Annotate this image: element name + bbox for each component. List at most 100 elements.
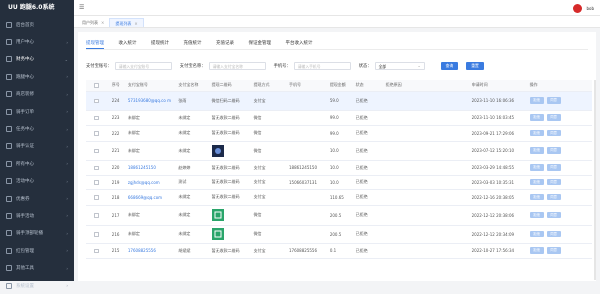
sidebar-item-label: 用户中心 (16, 40, 34, 46)
table-row[interactable]: 222 未绑定 未绑定 暂无收款二维码 微信 99.0 已拒绝 2023-09-21 17:2… (86, 125, 592, 142)
cell-id: 216 (111, 225, 128, 244)
close-icon[interactable]: × (134, 19, 137, 28)
cell-ops: 拒绝 同意 (529, 205, 592, 226)
cell-amount: 10.0 (329, 175, 356, 190)
cell-id: 220 (111, 160, 128, 176)
table-row[interactable]: 219 zgjhds@qq.com 测试 暂无收款二维码 支付宝 15066037131 1… (86, 175, 592, 190)
cell-qr: 暂无收款二维码 (211, 125, 254, 142)
approve-button[interactable]: 同意 (546, 193, 561, 201)
tag-item[interactable]: 用户列表 × (77, 18, 109, 27)
table-row[interactable]: 224 573193680@qq.co m 张雨 微信扫码二维码 支付宝 59.0 已拒绝 2… (86, 91, 592, 111)
row-checkbox[interactable] (94, 148, 99, 154)
name-input[interactable]: 请输入支付宝名称 (208, 62, 266, 70)
qr-image-icon[interactable] (211, 144, 224, 157)
cell-qr: 微信扫码二维码 (211, 91, 254, 111)
reject-button[interactable]: 拒绝 (529, 97, 544, 104)
row-checkbox[interactable] (94, 232, 99, 237)
account-input[interactable]: 请输入支付宝账号 (114, 62, 172, 70)
reject-button[interactable]: 拒绝 (529, 147, 544, 154)
sidebar-item[interactable]: 优惠券 › (0, 190, 74, 207)
table-row[interactable]: 218 668669@qq.com 未绑定 暂无收款二维码 支付宝 110.65 已拒绝 20… (86, 189, 592, 206)
menu-toggle-icon[interactable]: ☰ (79, 4, 84, 11)
reject-button[interactable]: 拒绝 (529, 193, 544, 201)
close-icon[interactable]: × (101, 18, 104, 27)
reject-button[interactable]: 拒绝 (529, 230, 544, 238)
approve-button[interactable]: 同意 (546, 129, 561, 137)
row-checkbox[interactable] (94, 195, 99, 200)
qr-image-icon[interactable] (211, 209, 224, 221)
sidebar-item[interactable]: 用户中心 › (0, 33, 74, 50)
reject-button[interactable]: 拒绝 (529, 114, 544, 121)
status-select[interactable]: 全部 (374, 62, 425, 70)
sidebar-item[interactable]: 其他工具 › (0, 259, 74, 276)
tab-item[interactable]: 提现管理 (86, 40, 104, 49)
tab-item[interactable]: 充值统计 (184, 40, 202, 49)
tab-item[interactable]: 提现统计 (151, 40, 169, 49)
sidebar-item[interactable]: 商店装修 › (0, 86, 74, 103)
reject-button[interactable]: 拒绝 (529, 247, 544, 254)
sidebar-item[interactable]: 骑手认证 › (0, 138, 74, 155)
avatar[interactable] (573, 4, 582, 13)
sidebar-item[interactable]: 骑手订单 › (0, 103, 74, 120)
column-header: 拒绝原因 (385, 80, 472, 92)
tag-item[interactable]: 提现列表 × (109, 18, 144, 28)
sidebar-item[interactable]: 所有中心 › (0, 155, 74, 172)
tab-item[interactable]: 充值记录 (216, 40, 234, 49)
reject-button[interactable]: 拒绝 (529, 164, 544, 171)
phone-input[interactable]: 请输入手机号 (293, 62, 351, 70)
row-checkbox[interactable] (94, 180, 99, 185)
table-row[interactable]: 223 未绑定 未绑定 暂无收款二维码 微信 99.0 已拒绝 2023-11-10 16:0… (86, 110, 592, 126)
table-row[interactable]: 220 18861245150 赵婷婷 暂无收款二维码 支付宝 18861245150 10… (86, 160, 592, 176)
cell-id-text: 221 (111, 148, 120, 153)
sidebar-item[interactable]: 活动中心 › (0, 173, 74, 190)
cell-amount-text: 200.5 (329, 231, 342, 237)
sidebar-item[interactable]: 红包管理 › (0, 242, 74, 259)
table-row[interactable]: 217 未绑定 未绑定 微信 200.5 已拒绝 2022-12-12 20:38:06 拒绝… (86, 205, 592, 226)
cell-method: 支付宝 (253, 189, 289, 206)
search-button[interactable]: 查询 (440, 62, 459, 70)
reject-button[interactable]: 拒绝 (529, 211, 544, 219)
sidebar-item[interactable]: 骑手活动 › (0, 207, 74, 224)
approve-button[interactable]: 同意 (546, 164, 561, 171)
cell-name: 测试 (178, 175, 212, 190)
approve-button[interactable]: 同意 (546, 147, 561, 154)
approve-button[interactable]: 同意 (546, 211, 561, 219)
tab-item[interactable]: 保证金管理 (249, 40, 272, 49)
row-actions: 拒绝 同意 (529, 211, 592, 219)
row-actions: 拒绝 同意 (529, 164, 592, 171)
sidebar-item[interactable]: 后台首页 (0, 16, 74, 33)
approve-button[interactable]: 同意 (546, 114, 561, 121)
reject-button[interactable]: 拒绝 (529, 129, 544, 137)
row-checkbox[interactable] (94, 131, 99, 136)
row-checkbox[interactable] (94, 213, 99, 218)
approve-button[interactable]: 同意 (546, 178, 561, 186)
sidebar-item[interactable]: 系统设置 › (0, 277, 74, 294)
sidebar-item[interactable]: 任务中心 › (0, 120, 74, 137)
row-checkbox-cell (86, 141, 112, 161)
table-row[interactable]: 215 17608825556 胡斌斌 暂无收款二维码 支付宝 17608825556 0.… (86, 243, 592, 259)
cell-method: 微信 (253, 141, 289, 161)
approve-button[interactable]: 同意 (546, 247, 561, 254)
username[interactable]: bob (586, 6, 594, 11)
sidebar-item[interactable]: 跑腿中心 › (0, 68, 74, 85)
cell-reason (385, 243, 472, 259)
sidebar-item[interactable]: 骑手顶部轮播 › (0, 225, 74, 242)
sidebar-item[interactable]: 财务中心 ⌄ (0, 51, 74, 68)
tag-label: 用户列表 (82, 20, 98, 25)
reset-button[interactable]: 重置 (466, 62, 484, 70)
row-checkbox-cell (86, 189, 112, 206)
tab-item[interactable]: 收入统计 (119, 40, 137, 49)
tab-item[interactable]: 平台收入统计 (286, 40, 313, 49)
select-all-checkbox[interactable] (94, 83, 99, 88)
row-checkbox[interactable] (94, 165, 99, 171)
scrollbar[interactable] (594, 80, 596, 280)
row-checkbox[interactable] (94, 248, 99, 254)
row-checkbox[interactable] (94, 98, 99, 104)
reject-button[interactable]: 拒绝 (529, 178, 544, 186)
table-row[interactable]: 216 未绑定 未绑定 微信 200.5 已拒绝 2022-12-12 20:34:09 拒绝… (86, 225, 592, 244)
approve-button[interactable]: 同意 (546, 97, 561, 104)
qr-image-icon[interactable] (211, 228, 224, 240)
row-checkbox[interactable] (94, 115, 99, 121)
table-row[interactable]: 221 未绑定 未绑定 微信 10.0 已拒绝 2023-07-12 15:20:10 拒绝同… (86, 141, 592, 161)
approve-button[interactable]: 同意 (546, 230, 561, 238)
